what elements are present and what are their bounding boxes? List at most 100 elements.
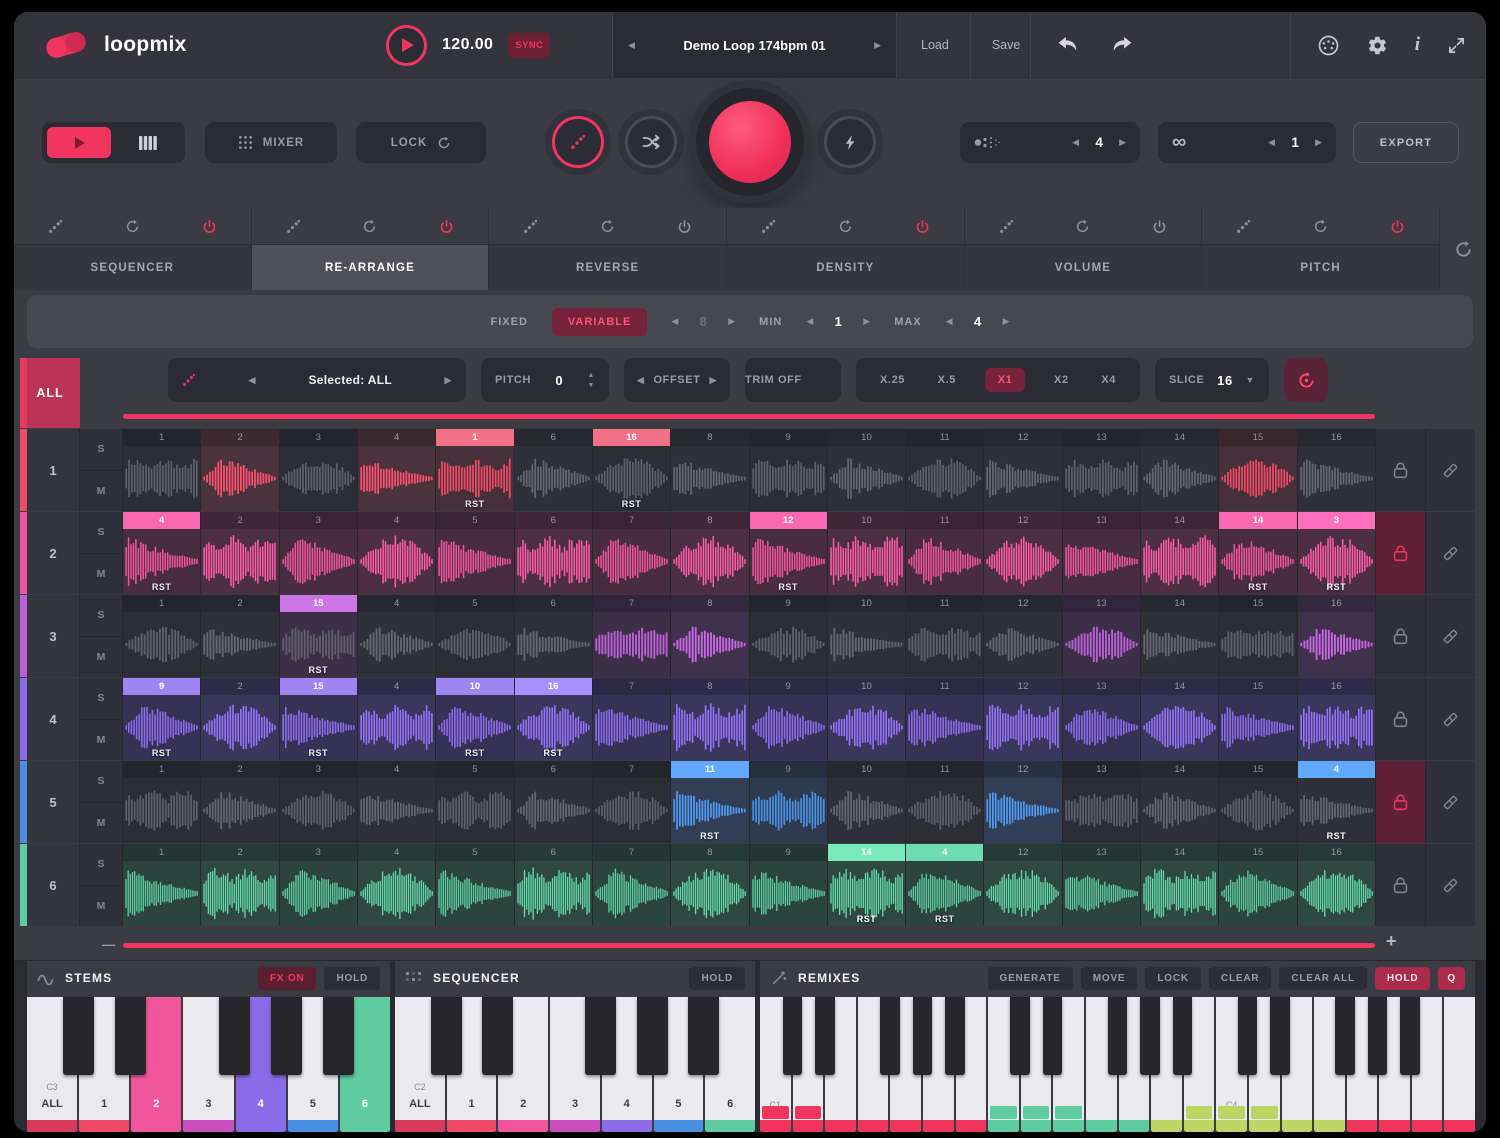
bpm-display[interactable]: 120.00	[442, 36, 493, 54]
load-button[interactable]: Load	[900, 12, 970, 78]
grid-cell[interactable]: 8	[671, 595, 748, 677]
slice-number[interactable]: 3	[1298, 512, 1375, 529]
slice-number[interactable]: 12	[984, 761, 1061, 778]
grid-cell[interactable]: 14	[1141, 512, 1218, 594]
waveform[interactable]	[986, 449, 1059, 508]
waveform[interactable]	[1143, 698, 1216, 757]
slice-number[interactable]: 6	[515, 512, 592, 529]
down-icon[interactable]: ▼	[587, 382, 595, 389]
track-lock-button[interactable]	[1375, 844, 1425, 926]
waveform[interactable]	[517, 615, 590, 674]
multiplier-option[interactable]: X4	[1097, 368, 1120, 392]
grid-cell[interactable]: 1	[123, 595, 200, 677]
grid-cell[interactable]: 10RST	[436, 678, 513, 760]
grid-cell[interactable]: 4	[358, 844, 435, 926]
info-icon[interactable]: i	[1415, 34, 1420, 56]
quantize-button[interactable]: Q	[1438, 967, 1465, 990]
slice-number[interactable]: 14	[828, 844, 905, 861]
slice-number[interactable]: 13	[1063, 429, 1140, 446]
piano-key-black[interactable]	[945, 997, 965, 1075]
slice-number[interactable]: 3	[280, 429, 357, 446]
sync-icon[interactable]	[838, 219, 853, 234]
waveform[interactable]	[673, 449, 746, 508]
waveform[interactable]	[1143, 615, 1216, 674]
waveform[interactable]	[125, 615, 198, 674]
slice-number[interactable]: 5	[436, 512, 513, 529]
slice-number[interactable]: 1	[436, 429, 513, 446]
slice-number[interactable]: 9	[750, 844, 827, 861]
steps-prev-icon[interactable]: ◀	[671, 316, 678, 327]
waveform[interactable]	[830, 698, 903, 757]
retrigger-button[interactable]	[1284, 358, 1328, 402]
slice-number[interactable]: 15	[1219, 761, 1296, 778]
power-icon[interactable]	[439, 219, 454, 234]
max-next-icon[interactable]: ▶	[1003, 316, 1010, 327]
grid-cell[interactable]: 11	[906, 595, 983, 677]
piano-key-black[interactable]	[431, 997, 462, 1075]
solo-button[interactable]: S	[80, 429, 122, 471]
waveform[interactable]	[1065, 615, 1138, 674]
slice-number[interactable]: 8	[671, 678, 748, 695]
track-number[interactable]: 2	[27, 512, 80, 594]
clear-all-button[interactable]: CLEAR ALL	[1279, 967, 1367, 990]
slice-number[interactable]: 5	[436, 761, 513, 778]
midi-icon[interactable]	[1317, 34, 1340, 57]
waveform[interactable]	[595, 781, 668, 840]
waveform[interactable]	[986, 615, 1059, 674]
grid-cell[interactable]: 8	[671, 429, 748, 511]
piano-key-black[interactable]	[115, 997, 146, 1075]
piano-key-black[interactable]	[585, 997, 616, 1075]
solo-button[interactable]: S	[80, 512, 122, 554]
piano-key-black[interactable]	[271, 997, 302, 1075]
grid-cell[interactable]: 4RST	[1298, 761, 1375, 843]
slice-number[interactable]: 10	[828, 429, 905, 446]
slice-number[interactable]: 16	[1298, 678, 1375, 695]
solo-button[interactable]: S	[80, 595, 122, 637]
waveform[interactable]	[908, 532, 981, 591]
slice-number[interactable]: 14	[1141, 512, 1218, 529]
power-icon[interactable]	[202, 219, 217, 234]
waveform[interactable]	[830, 781, 903, 840]
settings-gear-icon[interactable]	[1367, 35, 1388, 56]
waveform[interactable]	[360, 781, 433, 840]
density-value[interactable]: 4	[1079, 135, 1119, 150]
waveform[interactable]	[1221, 781, 1294, 840]
waveform[interactable]	[752, 615, 825, 674]
track-number[interactable]: 1	[27, 429, 80, 511]
grid-cell[interactable]: 15	[1219, 595, 1296, 677]
slice-number[interactable]: 4	[123, 512, 200, 529]
slice-number[interactable]: 14	[1141, 844, 1218, 861]
waveform[interactable]	[203, 532, 276, 591]
selected-next-icon[interactable]: ▶	[444, 375, 452, 386]
grid-cell[interactable]: 14	[1141, 678, 1218, 760]
slice-number[interactable]: 11	[906, 678, 983, 695]
offset-next-icon[interactable]: ▶	[709, 375, 717, 386]
grid-cell[interactable]: 6	[515, 512, 592, 594]
grid-cell[interactable]: 13	[1063, 512, 1140, 594]
waveform[interactable]	[595, 698, 668, 757]
slice-number[interactable]: 4	[358, 761, 435, 778]
grid-cell[interactable]: 11	[906, 678, 983, 760]
slice-number[interactable]: 9	[750, 761, 827, 778]
expand-icon[interactable]	[1447, 36, 1466, 55]
waveform[interactable]	[595, 864, 668, 923]
remix-lock-button[interactable]: LOCK	[1145, 967, 1201, 990]
global-sync-icon[interactable]	[1440, 208, 1486, 290]
slice-number[interactable]: 2	[201, 429, 278, 446]
slice-number[interactable]: 8	[671, 595, 748, 612]
waveform[interactable]	[1221, 449, 1294, 508]
grid-cell[interactable]: 9	[750, 844, 827, 926]
waveform[interactable]	[517, 449, 590, 508]
mute-button[interactable]: M	[80, 720, 122, 761]
slice-number[interactable]: 12	[984, 512, 1061, 529]
grid-cell[interactable]: 11	[906, 512, 983, 594]
grid-cell[interactable]: 14	[1141, 429, 1218, 511]
grid-cell[interactable]: 4	[358, 761, 435, 843]
piano-key-black[interactable]	[815, 997, 835, 1075]
slice-number[interactable]: 3	[280, 761, 357, 778]
waveform[interactable]	[986, 781, 1059, 840]
waveform[interactable]	[830, 532, 903, 591]
grid-cell[interactable]: 7	[593, 761, 670, 843]
piano-key-white[interactable]	[1444, 997, 1475, 1132]
grid-cell[interactable]: 9	[750, 595, 827, 677]
